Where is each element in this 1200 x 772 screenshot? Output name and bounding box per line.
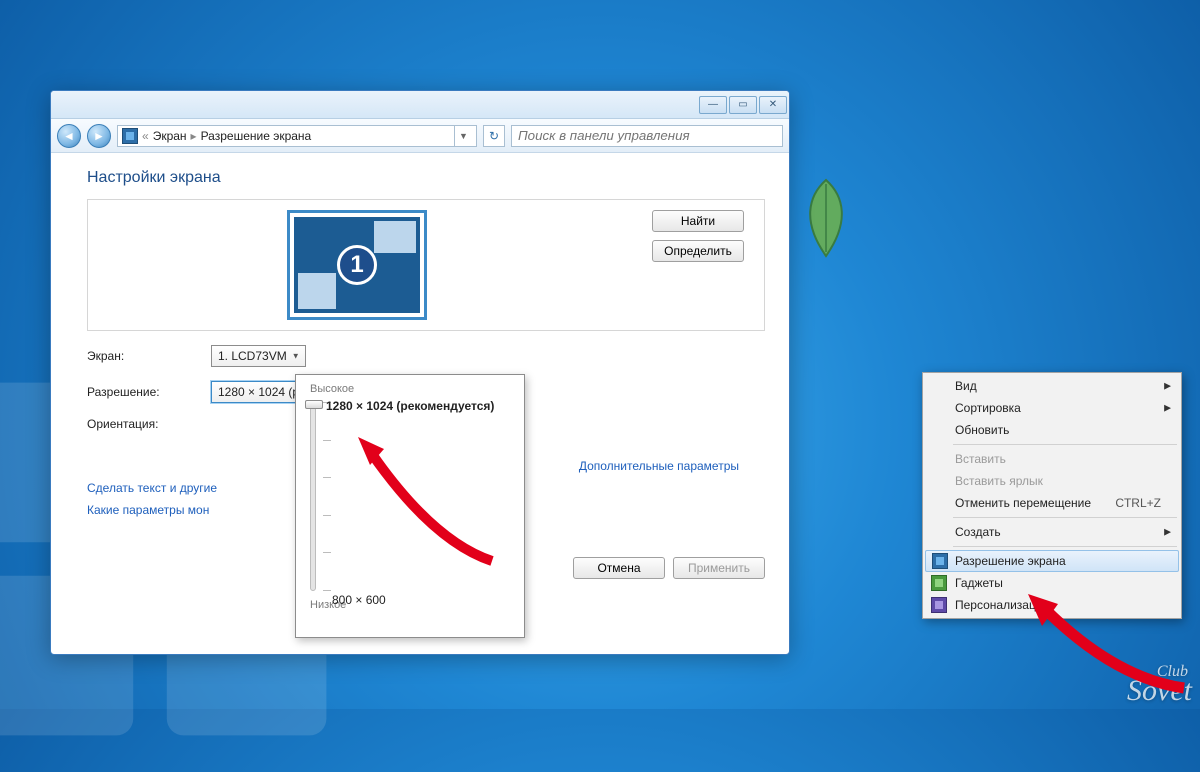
refresh-button[interactable]: ↻ [483, 125, 505, 147]
decorative-leaf [796, 178, 856, 258]
ctx-new[interactable]: Создать ▶ [925, 521, 1179, 543]
watermark: Club Sovet [1127, 666, 1192, 703]
nav-toolbar: ◄ ► « Экран ▸ Разрешение экрана ▼ ↻ [51, 119, 789, 153]
ctx-screen-resolution[interactable]: Разрешение экрана [925, 550, 1179, 572]
cancel-button[interactable]: Отмена [573, 557, 665, 579]
personalize-icon [931, 597, 947, 613]
titlebar: — ▭ ✕ [51, 91, 789, 119]
ctx-refresh-label: Обновить [955, 423, 1009, 437]
ctx-paste-shortcut-label: Вставить ярлык [955, 474, 1043, 488]
ctx-paste: Вставить [925, 448, 1179, 470]
ctx-separator [953, 546, 1177, 547]
apply-button[interactable]: Применить [673, 557, 765, 579]
breadcrumb[interactable]: « Экран ▸ Разрешение экрана ▼ [117, 125, 477, 147]
submenu-arrow-icon: ▶ [1164, 403, 1171, 414]
close-button[interactable]: ✕ [759, 96, 787, 114]
slider-max-label: 1280 × 1024 (рекомендуется) [326, 399, 512, 413]
ctx-undo-move[interactable]: Отменить перемещение CTRL+Z [925, 492, 1179, 514]
gadgets-icon [931, 575, 947, 591]
forward-button[interactable]: ► [87, 124, 111, 148]
ctx-resolution-label: Разрешение экрана [955, 554, 1066, 568]
ctx-paste-shortcut: Вставить ярлык [925, 470, 1179, 492]
resolution-label: Разрешение: [87, 385, 197, 399]
slider-min-label: 800 × 600 [332, 593, 386, 607]
breadcrumb-root[interactable]: Экран [153, 129, 187, 143]
breadcrumb-arrow-icon: ▸ [191, 129, 197, 143]
monitor-number-badge: 1 [337, 245, 377, 285]
page-title: Настройки экрана [87, 169, 765, 187]
display-combo[interactable]: 1. LCD73VM [211, 345, 306, 367]
orientation-label: Ориентация: [87, 417, 197, 431]
submenu-arrow-icon: ▶ [1164, 381, 1171, 392]
ctx-sort-label: Сортировка [955, 401, 1021, 415]
slider-thumb[interactable] [305, 400, 323, 409]
breadcrumb-dropdown[interactable]: ▼ [454, 125, 472, 147]
ctx-paste-label: Вставить [955, 452, 1006, 466]
resolution-dropdown-popup: Высокое 1280 × 1024 (рекомендуется) 800 … [295, 374, 525, 638]
ctx-new-label: Создать [955, 525, 1001, 539]
breadcrumb-current[interactable]: Разрешение экрана [201, 129, 312, 143]
display-label: Экран: [87, 349, 197, 363]
ctx-view[interactable]: Вид ▶ [925, 375, 1179, 397]
breadcrumb-sep: « [142, 129, 149, 143]
detect-button[interactable]: Найти [652, 210, 744, 232]
submenu-arrow-icon: ▶ [1164, 527, 1171, 538]
search-input[interactable] [511, 125, 783, 147]
ctx-gadgets-label: Гаджеты [955, 576, 1003, 590]
ctx-refresh[interactable]: Обновить [925, 419, 1179, 441]
slider-high-label: Высокое [310, 383, 512, 395]
minimize-button[interactable]: — [699, 96, 727, 114]
screen-resolution-icon [932, 553, 948, 569]
ctx-separator [953, 517, 1177, 518]
display-preview-panel: 1 Найти Определить [87, 199, 765, 331]
ctx-personalize-label: Персонализация [955, 598, 1049, 612]
ctx-sort[interactable]: Сортировка ▶ [925, 397, 1179, 419]
ctx-separator [953, 444, 1177, 445]
maximize-button[interactable]: ▭ [729, 96, 757, 114]
ctx-gadgets[interactable]: Гаджеты [925, 572, 1179, 594]
ctx-personalize[interactable]: Персонализация [925, 594, 1179, 616]
ctx-undo-shortcut: CTRL+Z [1115, 496, 1161, 510]
resolution-slider[interactable] [310, 401, 316, 591]
ctx-view-label: Вид [955, 379, 977, 393]
monitor-thumbnail[interactable]: 1 [287, 210, 427, 320]
back-button[interactable]: ◄ [57, 124, 81, 148]
desktop-context-menu: Вид ▶ Сортировка ▶ Обновить Вставить Вст… [922, 372, 1182, 619]
ctx-undo-label: Отменить перемещение [955, 496, 1091, 510]
control-panel-icon [122, 128, 138, 144]
slider-ticks [323, 402, 353, 590]
identify-button[interactable]: Определить [652, 240, 744, 262]
